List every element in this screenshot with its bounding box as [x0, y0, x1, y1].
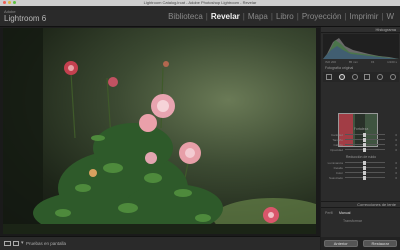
- noise-reduction-title: Reducción de ruido: [345, 155, 377, 159]
- top-panel: Adobe Lightroom 6 Biblioteca | Revelar |…: [0, 6, 400, 27]
- module-map[interactable]: Mapa: [248, 12, 268, 21]
- before-after-icon[interactable]: [13, 241, 19, 246]
- sharpening-title: Fortaleza: [353, 127, 369, 131]
- bottom-toolbar: ▾ Pruebas en pantalla: [0, 236, 320, 250]
- original-photo-toggle[interactable]: Fotografía original: [323, 65, 399, 71]
- photo-artwork: [3, 28, 316, 234]
- slider-smoothness[interactable]: Suavizado 0: [323, 175, 399, 180]
- develop-right-panel: Histograma ISO 200 85 mm f/4 1/160 s Fot…: [321, 27, 400, 237]
- crop-icon[interactable]: [326, 74, 333, 80]
- tab-manual[interactable]: Manual: [339, 211, 350, 215]
- rose-bush-photo[interactable]: [3, 28, 316, 234]
- module-slideshow[interactable]: Proyección: [302, 12, 342, 21]
- tool-strip: [323, 72, 399, 82]
- previous-button[interactable]: Anterior: [323, 240, 358, 247]
- module-web[interactable]: W: [386, 12, 394, 21]
- photo-viewer[interactable]: [0, 28, 320, 236]
- noise-reduction-group: Reducción de ruido Luminancia 0 Detalle …: [323, 155, 399, 180]
- histogram[interactable]: [323, 34, 399, 59]
- module-separator: |: [381, 12, 384, 21]
- module-picker: Biblioteca | Revelar | Mapa | Libro | Pr…: [168, 12, 394, 21]
- dropdown-arrow-icon[interactable]: ▾: [21, 240, 24, 246]
- module-separator: |: [344, 12, 347, 21]
- module-separator: |: [296, 12, 299, 21]
- module-library[interactable]: Biblioteca: [168, 12, 203, 21]
- module-print[interactable]: Imprimir: [349, 12, 378, 21]
- lens-tabs: Perfil Manual: [325, 211, 350, 215]
- slider-opacity[interactable]: Opacidad 0: [323, 147, 399, 152]
- tab-profile[interactable]: Perfil: [325, 211, 333, 215]
- reset-button[interactable]: Restaurar: [363, 240, 398, 247]
- sharpening-group: Fortaleza Cantidad 0 Tamaño 0 Calado 0 O…: [323, 127, 399, 152]
- adjustment-brush-icon[interactable]: [389, 74, 396, 80]
- spot-removal-icon[interactable]: [338, 74, 345, 80]
- histogram-graph: [323, 38, 399, 59]
- panel-buttons: Anterior Restaurar: [321, 237, 400, 250]
- module-develop[interactable]: Revelar: [211, 12, 240, 21]
- loupe-view-icon[interactable]: [4, 241, 11, 246]
- module-book[interactable]: Libro: [276, 12, 294, 21]
- transform-label: Transformar: [343, 219, 362, 223]
- red-eye-icon[interactable]: [351, 74, 358, 80]
- soft-proofing-label[interactable]: Pruebas en pantalla: [26, 241, 66, 246]
- module-separator: |: [205, 12, 208, 21]
- lens-transform: Transformar: [343, 219, 362, 223]
- brand-product: Lightroom 6: [4, 14, 47, 23]
- module-separator: |: [270, 12, 273, 21]
- radial-filter-icon[interactable]: [376, 74, 383, 80]
- lens-corrections-header[interactable]: Correcciones de lente: [321, 201, 400, 208]
- histogram-header[interactable]: Histograma: [321, 27, 400, 33]
- module-separator: |: [242, 12, 245, 21]
- graduated-filter-icon[interactable]: [364, 74, 371, 80]
